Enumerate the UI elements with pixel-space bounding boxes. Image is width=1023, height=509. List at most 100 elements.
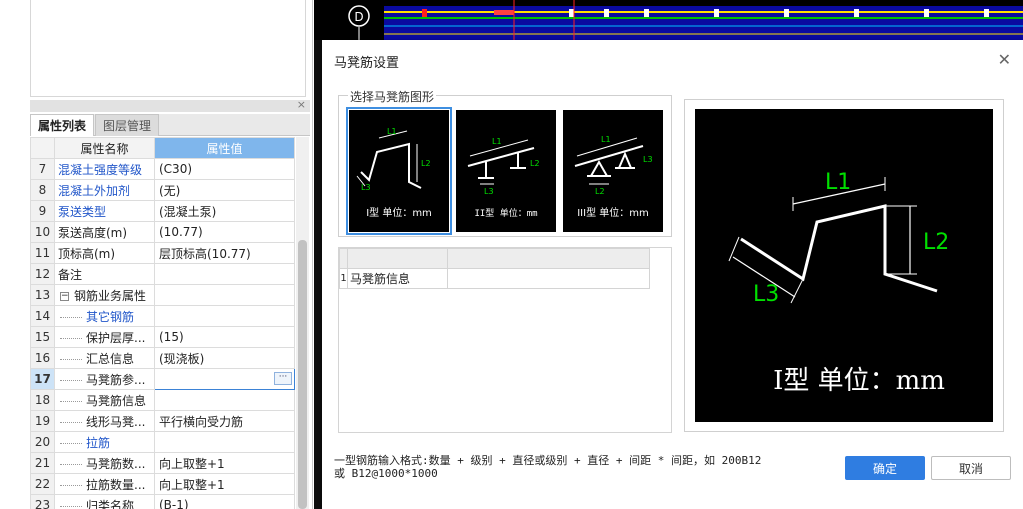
attribute-group: − 钢筋业务属性 — [54, 284, 155, 306]
label-l2: L2 — [530, 159, 540, 168]
panel-close-icon[interactable]: × — [297, 98, 306, 111]
table-row[interactable]: 23 归类名称 (B-1) — [30, 494, 295, 509]
table-row[interactable]: 9 泵送类型 (混凝土泵) — [30, 200, 295, 222]
attribute-name: 归类名称 — [86, 498, 135, 509]
attribute-name: 泵送类型 — [54, 200, 155, 222]
attribute-value[interactable]: (无) — [154, 179, 295, 201]
attribute-name: 混凝土强度等级 — [54, 158, 155, 180]
table-row[interactable]: 10 泵送高度(m) (10.77) — [30, 221, 295, 243]
label-l1: L1 — [387, 127, 397, 136]
table-row[interactable]: 19 线形马凳... 平行横向受力筋 — [30, 410, 295, 432]
attribute-value — [154, 305, 295, 327]
tree-line — [60, 316, 82, 318]
close-icon[interactable]: ✕ — [998, 50, 1011, 69]
row-number: 20 — [30, 431, 55, 453]
info-header-row — [339, 248, 650, 269]
row-number: 17 — [30, 368, 55, 390]
attribute-value[interactable] — [154, 263, 295, 285]
attribute-value[interactable]: 层顶标高(10.77) — [154, 242, 295, 264]
table-row[interactable]: 15 保护层厚... (15) — [30, 326, 295, 348]
table-row[interactable]: 12 备注 — [30, 263, 295, 285]
table-row[interactable]: 16 汇总信息 (现浇板) — [30, 347, 295, 369]
row-number: 15 — [30, 326, 55, 348]
attribute-value[interactable]: 向上取整+1 — [154, 473, 295, 495]
panel-tabs: 属性列表 图层管理 — [30, 114, 310, 136]
attribute-value — [154, 431, 295, 453]
shape-select-group: 选择马凳筋图形 L1 L2 L3 I型 单位：mm L1 L2 L3 II型 单… — [338, 88, 672, 237]
shape-preview-canvas: L1 L2 L3 I型 单位：mm — [695, 109, 993, 422]
row-number: 12 — [30, 263, 55, 285]
table-row-selected[interactable]: 17 马凳筋参... ··· — [30, 368, 295, 390]
attribute-value[interactable]: (10.77) — [154, 221, 295, 243]
attribute-value[interactable]: 平行横向受力筋 — [154, 410, 295, 432]
attribute-name-cell: 拉筋数量... — [54, 473, 155, 495]
attribute-name: 拉筋数量... — [86, 477, 146, 492]
tree-line — [60, 505, 82, 507]
attribute-name: 汇总信息 — [86, 351, 135, 366]
row-number: 8 — [30, 179, 55, 201]
row-number: 19 — [30, 410, 55, 432]
table-row[interactable]: 13 − 钢筋业务属性 — [30, 284, 295, 306]
attribute-value-editor[interactable]: ··· — [154, 368, 295, 390]
collapse-toggle-icon[interactable]: − — [60, 291, 69, 301]
header-blank — [30, 137, 55, 159]
table-row[interactable]: 7 混凝土强度等级 (C30) — [30, 158, 295, 180]
tab-layer-management[interactable]: 图层管理 — [95, 114, 160, 136]
table-row[interactable]: 8 混凝土外加剂 (无) — [30, 179, 295, 201]
shape-option-type-2[interactable]: L1 L2 L3 II型 单位：mm — [456, 110, 556, 232]
tab-attribute-list[interactable]: 属性列表 — [30, 114, 95, 136]
shape-caption: I型 单位：mm — [366, 206, 432, 219]
attribute-name: 顶标高(m) — [54, 242, 155, 264]
stool-bar-info-grid: 1 马凳筋信息 — [338, 247, 672, 433]
cad-canvas-edge — [314, 40, 322, 509]
attribute-value[interactable] — [154, 389, 295, 411]
attribute-value[interactable]: (现浇板) — [154, 347, 295, 369]
attribute-name: 其它钢筋 — [86, 309, 135, 324]
tree-line — [60, 463, 82, 465]
row-number: 7 — [30, 158, 55, 180]
table-row[interactable]: 18 马凳筋信息 — [30, 389, 295, 411]
confirm-button[interactable]: 确定 — [845, 456, 925, 480]
attribute-name: 泵送高度(m) — [54, 221, 155, 243]
shape-option-type-1[interactable]: L1 L2 L3 I型 单位：mm — [346, 107, 452, 235]
drawing-preview-area — [30, 0, 306, 97]
attribute-name-cell: 马凳筋参... — [54, 368, 155, 390]
table-row[interactable]: 11 顶标高(m) 层顶标高(10.77) — [30, 242, 295, 264]
info-row[interactable]: 1 马凳筋信息 — [339, 268, 650, 289]
table-row[interactable]: 21 马凳筋数... 向上取整+1 — [30, 452, 295, 474]
ellipsis-button[interactable]: ··· — [274, 372, 292, 385]
left-panel: × 属性列表 图层管理 属性名称 属性值 7 混凝土强度等级 (C30) 8 混… — [0, 0, 313, 509]
attribute-value[interactable]: (B-1) — [154, 494, 295, 509]
row-number: 1 — [339, 268, 348, 289]
label-l1: L1 — [492, 137, 502, 146]
hint-line-2: 或 B12@1000*1000 — [334, 467, 438, 480]
shape-1-drawing: L1 L2 L3 I型 单位：mm — [356, 127, 432, 219]
table-row[interactable]: 20 拉筋 — [30, 431, 295, 453]
attribute-name: 备注 — [54, 263, 155, 285]
table-row[interactable]: 22 拉筋数量... 向上取整+1 — [30, 473, 295, 495]
info-value[interactable] — [447, 268, 650, 289]
row-number: 9 — [30, 200, 55, 222]
tree-line — [60, 337, 82, 339]
row-number: 10 — [30, 221, 55, 243]
scrollbar-thumb[interactable] — [298, 240, 307, 509]
stool-bar-settings-dialog: 马凳筋设置 ✕ 选择马凳筋图形 L1 L2 L3 I型 单位：mm L1 L2 … — [322, 40, 1023, 509]
hint-line-1: 一型钢筋输入格式:数量 + 级别 + 直径或级别 + 直径 + 间距 * 间距，… — [334, 454, 762, 467]
table-row[interactable]: 14 其它钢筋 — [30, 305, 295, 327]
row-number: 13 — [30, 284, 55, 306]
label-l1: L1 — [601, 135, 611, 144]
attribute-value[interactable]: (C30) — [154, 158, 295, 180]
label-l2: L2 — [595, 187, 605, 196]
cancel-button[interactable]: 取消 — [931, 456, 1011, 480]
row-number: 21 — [30, 452, 55, 474]
attribute-name-cell: 归类名称 — [54, 494, 155, 509]
tree-line — [60, 379, 82, 381]
attribute-value[interactable]: 向上取整+1 — [154, 452, 295, 474]
header-cell — [347, 248, 448, 269]
header-cell — [339, 248, 348, 269]
attribute-value[interactable]: (混凝土泵) — [154, 200, 295, 222]
axis-label-text: D — [354, 10, 363, 24]
shape-option-type-3[interactable]: L1 L3 L2 III型 单位：mm — [563, 110, 663, 232]
label-l2: L2 — [923, 230, 949, 255]
attribute-value[interactable]: (15) — [154, 326, 295, 348]
